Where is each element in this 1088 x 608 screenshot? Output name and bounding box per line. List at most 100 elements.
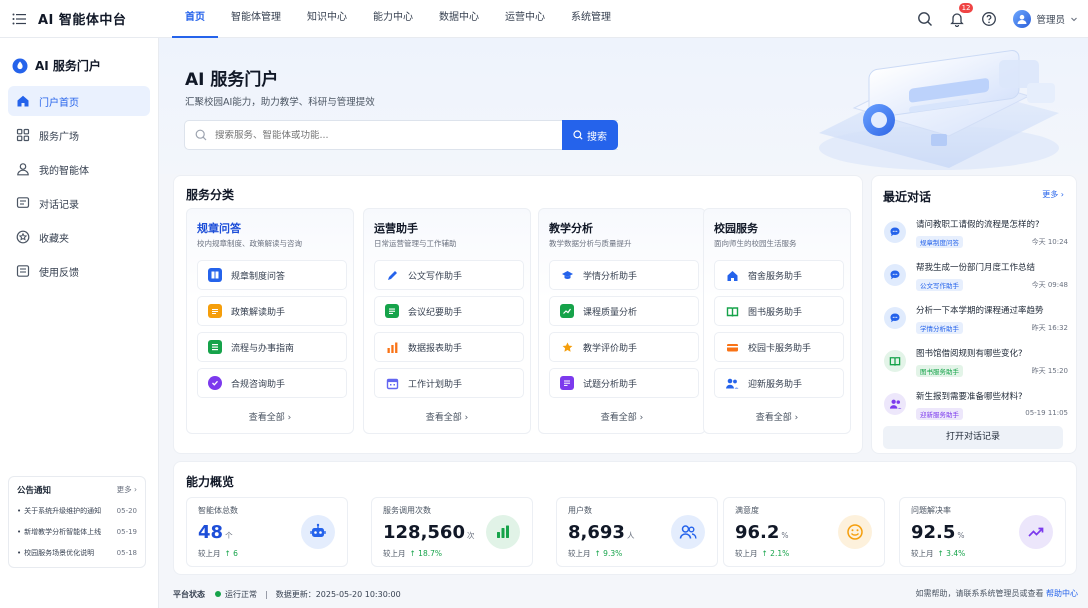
- service-item[interactable]: 合规咨询助手: [197, 368, 347, 398]
- category-name[interactable]: 校园服务: [714, 220, 758, 236]
- nav-agent-management[interactable]: 智能体管理: [218, 0, 294, 38]
- service-item[interactable]: 校园卡服务助手: [714, 332, 844, 362]
- service-item[interactable]: 教学评价助手: [549, 332, 699, 362]
- sidebar-item-feedback[interactable]: 使用反馈: [8, 256, 150, 286]
- service-item[interactable]: 图书服务助手: [714, 296, 844, 326]
- compare-label: 较上月: [383, 549, 406, 558]
- view-all-link[interactable]: 查看全部 ›: [364, 410, 530, 423]
- service-item[interactable]: 流程与办事指南: [197, 332, 347, 362]
- stat-compare: 较上月 ↑ 9.3%: [568, 548, 622, 559]
- main-nav: 首页 智能体管理 知识中心 能力中心 数据中心 运营中心 系统管理: [172, 0, 624, 38]
- service-item[interactable]: 课程质量分析: [549, 296, 699, 326]
- recent-more-link[interactable]: 更多 ›: [1042, 189, 1064, 200]
- conversation-item[interactable]: 图书馆借阅规则有哪些变化? 图书服务助手 昨天 15:20: [882, 345, 1068, 381]
- category-name[interactable]: 规章问答: [197, 220, 241, 236]
- service-item[interactable]: 规章制度问答: [197, 260, 347, 290]
- stat-label: 用户数: [568, 506, 592, 515]
- help-center-link[interactable]: 帮助中心: [1046, 589, 1078, 598]
- notice-more-link[interactable]: 更多 ›: [117, 484, 137, 496]
- service-item[interactable]: 数据报表助手: [374, 332, 524, 362]
- service-item-label: 公文写作助手: [408, 271, 463, 282]
- user-menu[interactable]: 管理员: [1013, 10, 1078, 28]
- section-title: 能力概览: [186, 475, 235, 489]
- menu-icon[interactable]: [0, 0, 38, 38]
- bell-icon[interactable]: 12: [949, 3, 974, 27]
- search-input[interactable]: [215, 129, 595, 141]
- stat-change: ↑ 18.7%: [409, 549, 443, 558]
- category-name[interactable]: 运营助手: [374, 220, 418, 236]
- nav-knowledge-center[interactable]: 知识中心: [294, 0, 360, 38]
- grid-icon: [16, 128, 30, 142]
- service-item[interactable]: 试题分析助手: [549, 368, 699, 398]
- notice-title: 公告通知: [17, 486, 52, 496]
- service-item[interactable]: 公文写作助手: [374, 260, 524, 290]
- service-item[interactable]: 学情分析助手: [549, 260, 699, 290]
- conversation-question: 请问教职工请假的流程是怎样的?: [916, 220, 1040, 230]
- nav-operations-center[interactable]: 运营中心: [492, 0, 558, 38]
- notes-icon: [385, 304, 399, 318]
- service-item[interactable]: 会议纪要助手: [374, 296, 524, 326]
- pen-icon: [385, 268, 399, 282]
- conversation-item[interactable]: 新生报到需要准备哪些材料? 迎新服务助手 05-19 11:05: [882, 388, 1068, 424]
- sidebar-item-label: 门户首页: [39, 97, 79, 109]
- category-operations-assistant: 运营助手 日常运营管理与工作辅助 公文写作助手 会议纪要助手 数据报表助手 工作…: [363, 208, 531, 434]
- notice-item-text: 关于系统升级维护的通知: [24, 507, 102, 515]
- page-subtitle: 汇聚校园AI能力，助力教学、科研与管理提效: [185, 97, 375, 108]
- nav-system-management[interactable]: 系统管理: [558, 0, 624, 38]
- nav-capability-center[interactable]: 能力中心: [360, 0, 426, 38]
- conversation-question: 帮我生成一份部门月度工作总结: [916, 263, 1036, 273]
- conversation-item[interactable]: 分析一下本学期的课程通过率趋势 学情分析助手 昨天 16:32: [882, 302, 1068, 338]
- sidebar-item-portal-home[interactable]: 门户首页: [8, 86, 150, 116]
- help-icon[interactable]: [981, 11, 997, 27]
- category-name[interactable]: 教学分析: [549, 220, 593, 236]
- stat-value: 96.2: [735, 522, 780, 543]
- platform-status-label: 平台状态: [173, 589, 205, 599]
- notice-item[interactable]: • 新增教学分析智能体上线 05-19: [17, 522, 137, 543]
- notice-item[interactable]: • 关于系统升级维护的通知 05-20: [17, 501, 137, 522]
- data-update-time: 数据更新：2025-05-20 10:30:00: [275, 589, 401, 599]
- search-button[interactable]: 搜索: [562, 120, 618, 150]
- stat-card-users: 用户数 8,693 人 较上月 ↑ 9.3%: [556, 497, 718, 567]
- compare-label: 较上月: [198, 549, 221, 558]
- service-item[interactable]: 政策解读助手: [197, 296, 347, 326]
- view-all-link[interactable]: 查看全部 ›: [704, 410, 850, 423]
- stat-change: ↑ 2.1%: [761, 549, 790, 558]
- service-item[interactable]: 迎新服务助手: [714, 368, 844, 398]
- sidebar-item-favorites[interactable]: 收藏夹: [8, 222, 150, 252]
- service-item-label: 规章制度问答: [231, 271, 286, 282]
- service-item[interactable]: 工作计划助手: [374, 368, 524, 398]
- view-all-label: 查看全部: [600, 413, 637, 423]
- search-icon[interactable]: [917, 11, 933, 27]
- nav-home[interactable]: 首页: [172, 0, 218, 38]
- sidebar-item-my-agents[interactable]: 我的智能体: [8, 154, 150, 184]
- conversation-item[interactable]: 请问教职工请假的流程是怎样的? 规章制度问答 今天 10:24: [882, 216, 1068, 252]
- sidebar-item-chat-history[interactable]: 对话记录: [8, 188, 150, 218]
- view-all-link[interactable]: 查看全部 ›: [187, 410, 353, 423]
- stat-value-row: 96.2%: [735, 522, 789, 543]
- robot-icon: [301, 515, 335, 549]
- service-item-label: 政策解读助手: [231, 307, 286, 318]
- view-all-label: 查看全部: [755, 413, 792, 423]
- conversation-item[interactable]: 帮我生成一份部门月度工作总结 公文写作助手 今天 09:48: [882, 259, 1068, 295]
- dorm-icon: [725, 268, 739, 282]
- stat-value-row: 8,693 人: [568, 522, 634, 543]
- stat-value-row: 48 个: [198, 522, 233, 543]
- stat-change: ↑ 6: [224, 549, 238, 558]
- platform-status-value: 运行正常: [225, 589, 257, 599]
- search-icon: [195, 129, 207, 141]
- view-all-link[interactable]: 查看全部 ›: [539, 410, 705, 423]
- stat-label: 智能体总数: [198, 506, 238, 515]
- conversation-tag: 图书服务助手: [916, 365, 963, 377]
- sidebar-item-service-plaza[interactable]: 服务广场: [8, 120, 150, 150]
- chat-bubble-icon: [884, 307, 906, 329]
- service-item[interactable]: 宿舍服务助手: [714, 260, 844, 290]
- chevron-right-icon: ›: [639, 413, 644, 423]
- notice-item-text: 校园服务场景优化说明: [24, 549, 95, 557]
- chevron-down-icon: [1071, 17, 1077, 22]
- star-icon: [16, 230, 30, 244]
- notice-item[interactable]: • 校园服务场景优化说明 05-18: [17, 543, 137, 564]
- book-icon: [208, 268, 222, 282]
- nav-data-center[interactable]: 数据中心: [426, 0, 492, 38]
- open-conversations-button[interactable]: 打开对话记录: [883, 426, 1063, 449]
- compare-label: 较上月: [568, 549, 591, 558]
